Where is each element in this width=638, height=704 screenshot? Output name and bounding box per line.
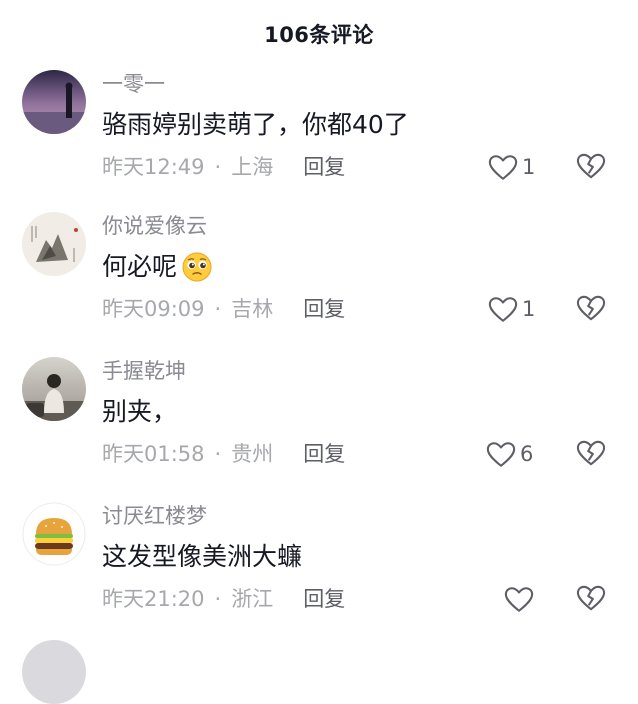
separator-dot: · bbox=[214, 155, 222, 179]
comment-text: 骆雨婷别卖萌了，你都40了 bbox=[102, 110, 409, 139]
comment-item: 讨厌红楼梦 这发型像美洲大蠊 昨天21:20 · 浙江 回复 bbox=[0, 502, 638, 647]
dislike-button[interactable] bbox=[576, 294, 606, 324]
broken-heart-icon bbox=[576, 295, 606, 321]
broken-heart-icon bbox=[576, 440, 606, 466]
pleading-face-emoji-icon bbox=[182, 252, 212, 282]
heart-outline-icon bbox=[504, 586, 534, 612]
avatar[interactable] bbox=[22, 70, 86, 134]
heart-outline-icon bbox=[486, 441, 516, 467]
username[interactable]: 一零一 bbox=[102, 70, 165, 98]
like-count: 1 bbox=[522, 155, 536, 179]
comment-item: 手握乾坤 别夹， 昨天01:58 · 贵州 回复 6 bbox=[0, 357, 638, 502]
separator-dot: · bbox=[214, 442, 222, 466]
heart-outline-icon bbox=[488, 296, 518, 322]
location: 吉林 bbox=[231, 297, 274, 321]
timestamp: 昨天12:49 bbox=[102, 155, 205, 179]
username[interactable]: 手握乾坤 bbox=[102, 357, 186, 385]
timestamp: 昨天21:20 bbox=[102, 587, 205, 611]
like-count: 1 bbox=[522, 297, 536, 321]
comment-meta: 昨天21:20 · 浙江 回复 bbox=[102, 584, 345, 614]
dislike-button[interactable] bbox=[576, 584, 606, 614]
timestamp: 昨天01:58 bbox=[102, 442, 205, 466]
comment-meta: 昨天12:49 · 上海 回复 bbox=[102, 152, 345, 182]
username[interactable]: 你说爱像云 bbox=[102, 212, 207, 240]
location: 上海 bbox=[231, 155, 274, 179]
avatar[interactable] bbox=[22, 212, 86, 276]
comment-text: 别夹， bbox=[102, 397, 178, 426]
dislike-button[interactable] bbox=[576, 439, 606, 469]
comment-count-title: 106条评论 bbox=[264, 23, 374, 47]
comment-meta: 昨天09:09 · 吉林 回复 bbox=[102, 294, 345, 324]
comment-meta: 昨天01:58 · 贵州 回复 bbox=[102, 439, 345, 469]
comment-item: 一零一 骆雨婷别卖萌了，你都40了 昨天12:49 · 上海 回复 1 bbox=[0, 70, 638, 215]
broken-heart-icon bbox=[576, 585, 606, 611]
comment-item: 你说爱像云 何必呢 昨天09:09 · 吉林 回复 1 bbox=[0, 212, 638, 357]
separator-dot: · bbox=[214, 587, 222, 611]
reply-button[interactable]: 回复 bbox=[303, 152, 345, 182]
avatar[interactable] bbox=[22, 357, 86, 421]
like-count: 6 bbox=[520, 442, 534, 466]
like-button[interactable]: 1 bbox=[488, 152, 535, 182]
timestamp: 昨天09:09 bbox=[102, 297, 205, 321]
like-button[interactable]: 1 bbox=[488, 294, 535, 324]
reply-button[interactable]: 回复 bbox=[303, 439, 345, 469]
reply-button[interactable]: 回复 bbox=[303, 584, 345, 614]
comment-text: 这发型像美洲大蠊 bbox=[102, 542, 303, 571]
comment-text: 何必呢 bbox=[102, 248, 213, 286]
broken-heart-icon bbox=[576, 153, 606, 179]
location: 浙江 bbox=[231, 587, 274, 611]
next-comment-avatar[interactable] bbox=[22, 640, 86, 704]
like-button[interactable]: 6 bbox=[486, 439, 533, 469]
dislike-button[interactable] bbox=[576, 152, 606, 182]
separator-dot: · bbox=[214, 297, 222, 321]
avatar[interactable] bbox=[22, 502, 86, 566]
reply-button[interactable]: 回复 bbox=[303, 294, 345, 324]
username[interactable]: 讨厌红楼梦 bbox=[102, 502, 207, 530]
location: 贵州 bbox=[231, 442, 274, 466]
heart-outline-icon bbox=[488, 154, 518, 180]
like-button[interactable] bbox=[504, 584, 534, 614]
comments-header: 106条评论 bbox=[0, 0, 638, 68]
